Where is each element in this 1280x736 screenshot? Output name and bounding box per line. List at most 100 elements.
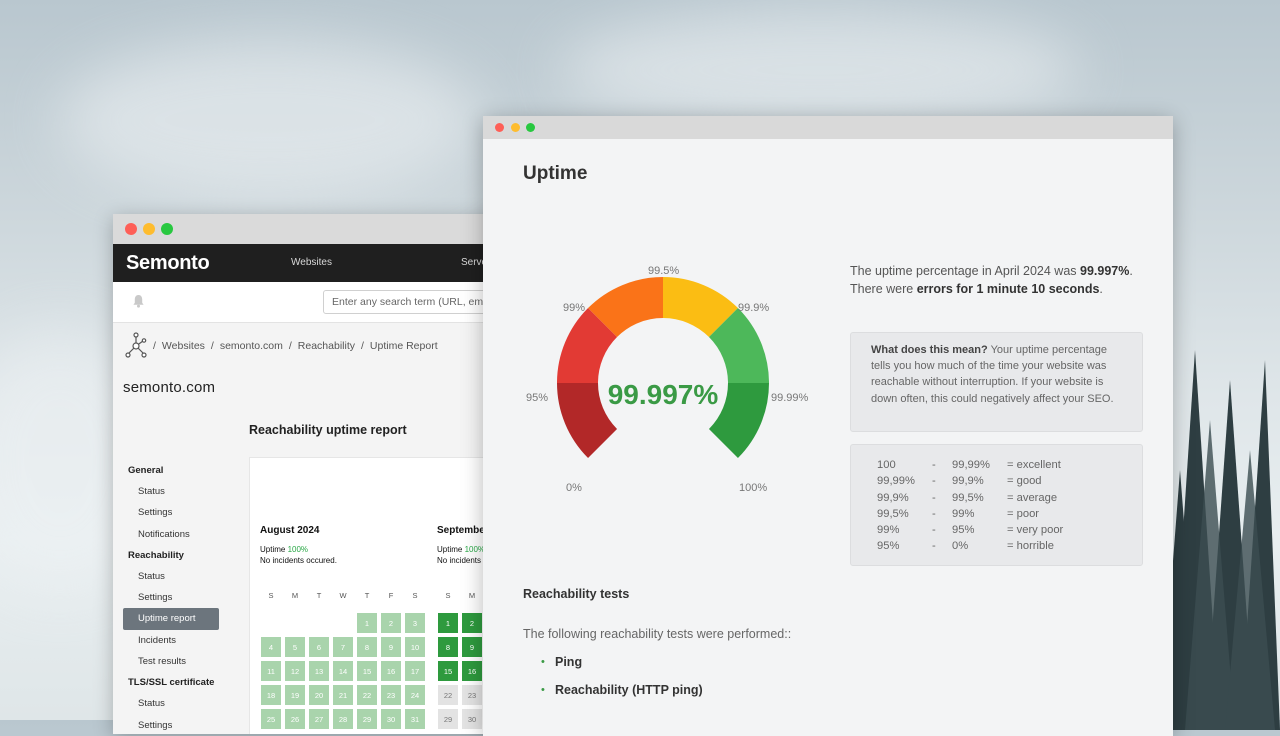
calendar-day[interactable]: 22	[357, 685, 377, 705]
nav-link-websites[interactable]: Websites	[291, 257, 332, 268]
gauge-label: 95%	[526, 392, 549, 404]
calendar-day[interactable]: 14	[333, 661, 353, 681]
legend-cell: 99%	[877, 524, 900, 537]
bell-icon[interactable]	[132, 294, 145, 308]
calendar-day[interactable]: 22	[438, 685, 458, 705]
legend-row: 99,99% - 99,9% = good	[877, 473, 1142, 489]
window-titlebar	[483, 116, 1173, 139]
page-title: Uptime	[523, 163, 588, 184]
legend-cell: = average	[1007, 491, 1058, 504]
calendar-day[interactable]: 13	[309, 661, 329, 681]
sidebar-item-status[interactable]: Status	[123, 693, 219, 714]
legend-row: 99,5% - 99% = poor	[877, 506, 1142, 522]
gauge-label: 0%	[566, 482, 582, 494]
search-bar-row	[113, 282, 533, 323]
weekday-label: S	[445, 591, 451, 600]
calendar-day[interactable]: 25	[261, 709, 281, 729]
legend-cell: -	[932, 507, 936, 520]
close-window-button[interactable]	[125, 223, 137, 235]
minimize-window-button[interactable]	[511, 123, 520, 132]
calendar-day[interactable]: 15	[357, 661, 377, 681]
top-navbar: Semonto Websites Servers	[113, 244, 533, 282]
uptime-gauge	[557, 277, 769, 458]
sidebar-group-label: General	[128, 465, 164, 476]
network-node-icon[interactable]	[125, 332, 147, 360]
calendar-day[interactable]: 17	[405, 661, 425, 681]
sidebar-item-uptime-report[interactable]: Uptime report	[123, 608, 219, 630]
calendar-day[interactable]: 19	[285, 685, 305, 705]
gauge-label: 99.99%	[771, 392, 809, 404]
month-title: August 2024	[260, 525, 320, 536]
calendar-day[interactable]: 9	[381, 637, 401, 657]
sidebar-item-status[interactable]: Status	[123, 481, 219, 502]
legend-cell: = excellent	[1007, 459, 1061, 471]
legend-cell: 100	[877, 459, 896, 471]
calendar-day[interactable]: 9	[462, 637, 482, 657]
calendar-day[interactable]: 18	[261, 685, 281, 705]
close-window-button[interactable]	[495, 123, 504, 132]
calendar-day[interactable]: 30	[462, 709, 482, 729]
weekday-label: T	[316, 591, 322, 600]
list-item: Ping	[541, 654, 703, 682]
calendar-day[interactable]: 5	[285, 637, 305, 657]
calendar-day[interactable]: 10	[405, 637, 425, 657]
calendar-day[interactable]: 29	[438, 709, 458, 729]
sidebar-nav: General Status Settings Notifications Reacha…	[123, 460, 219, 734]
calendar-day[interactable]: 3	[405, 613, 425, 633]
sidebar-group-label: Reachability	[128, 549, 184, 561]
calendar-day[interactable]: 6	[309, 637, 329, 657]
calendar-day[interactable]: 24	[405, 685, 425, 705]
calendar-day[interactable]: 20	[309, 685, 329, 705]
calendar-day[interactable]: 23	[462, 685, 482, 705]
calendar-day[interactable]: 1	[438, 613, 458, 633]
calendar-day[interactable]: 8	[438, 637, 458, 657]
calendar-day[interactable]: 26	[285, 709, 305, 729]
breadcrumb-uptime-report[interactable]: Uptime Report	[370, 340, 438, 352]
calendar-day[interactable]: 12	[285, 661, 305, 681]
maximize-window-button[interactable]	[526, 123, 535, 132]
calendar-day[interactable]: 28	[333, 709, 353, 729]
calendar-day[interactable]: 16	[381, 661, 401, 681]
calendar-day[interactable]: 21	[333, 685, 353, 705]
legend-cell: 99%	[952, 507, 975, 520]
minimize-window-button[interactable]	[143, 223, 155, 235]
gauge-label: 99.9%	[738, 302, 770, 314]
tests-heading: Reachability tests	[523, 587, 630, 601]
sidebar-item-incidents[interactable]: Incidents	[123, 630, 219, 651]
app-window-front: Uptime 99.997% 0% 95% 99% 99.5% 99.9% 99…	[483, 116, 1173, 736]
gauge-label: 99.5%	[648, 265, 680, 277]
fog-cloud	[60, 40, 480, 200]
calendar-day[interactable]: 16	[462, 661, 482, 681]
maximize-window-button[interactable]	[161, 223, 173, 235]
legend-row: 99% - 95% = very poor	[877, 522, 1142, 538]
calendar-day[interactable]: 27	[309, 709, 329, 729]
sidebar-item-settings[interactable]: Settings	[123, 502, 219, 523]
calendar-day[interactable]: 2	[462, 613, 482, 633]
calendar-day[interactable]: 7	[333, 637, 353, 657]
calendar-day[interactable]: 29	[357, 709, 377, 729]
month-uptime: Uptime 100%	[260, 545, 309, 554]
breadcrumb: / Websites / semonto.com / Reachability / Up…	[125, 332, 438, 360]
breadcrumb-site[interactable]: semonto.com	[220, 340, 283, 352]
breadcrumb-websites[interactable]: Websites	[162, 340, 205, 352]
calendar-day[interactable]: 11	[261, 661, 281, 681]
sidebar-item-notifications[interactable]: Notifications	[123, 524, 219, 545]
calendar-day[interactable]: 23	[381, 685, 401, 705]
weekday-label: S	[268, 591, 274, 600]
sidebar-item-settings[interactable]: Settings	[123, 715, 219, 734]
legend-cell: 99,5%	[877, 507, 909, 520]
calendar-day[interactable]: 8	[357, 637, 377, 657]
calendar-day[interactable]: 1	[357, 613, 377, 633]
calendar-day[interactable]: 4	[261, 637, 281, 657]
uptime-scale-legend: 100-99,99% = excellent 99,99% -99,9% = good 9…	[850, 444, 1143, 566]
breadcrumb-reachability[interactable]: Reachability	[298, 340, 355, 352]
sidebar-item-test-results[interactable]: Test results	[123, 651, 219, 672]
semonto-logo[interactable]: Semonto	[126, 252, 210, 275]
calendar-day[interactable]: 15	[438, 661, 458, 681]
gauge-value: 99.997%	[607, 379, 719, 410]
calendar-day[interactable]: 30	[381, 709, 401, 729]
sidebar-item-settings[interactable]: Settings	[123, 587, 219, 608]
calendar-day[interactable]: 2	[381, 613, 401, 633]
calendar-day[interactable]: 31	[405, 709, 425, 729]
sidebar-item-status[interactable]: Status	[123, 566, 219, 587]
